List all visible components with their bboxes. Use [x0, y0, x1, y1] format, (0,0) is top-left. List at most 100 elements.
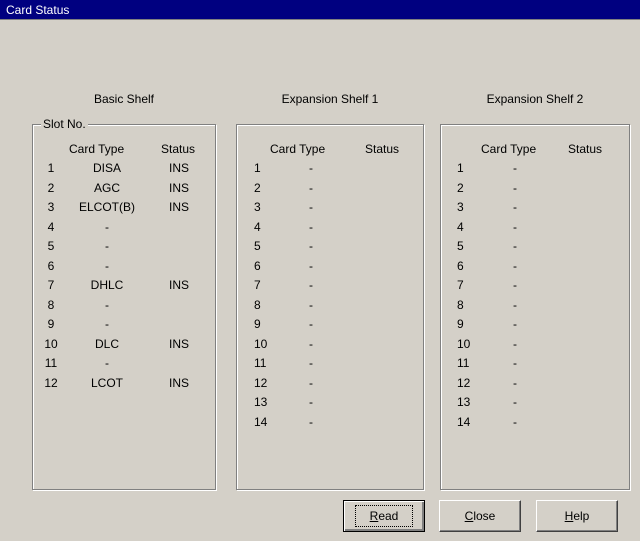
column-header-status: Status: [365, 142, 400, 156]
card-type-cell: -: [513, 336, 517, 351]
slot-number: 14: [254, 414, 268, 429]
slot-number: 3: [254, 200, 261, 214]
slot-number: 13: [457, 395, 471, 409]
expansion-shelf-2-group: Card Type Status 1-2-3-4-5-6-7-8-9-10-11…: [440, 124, 630, 490]
card-type-cell: -: [513, 297, 517, 312]
read-label-rest: ead: [378, 509, 399, 523]
slot-number: 3: [47, 200, 55, 214]
table-row: 10 DLC INS: [33, 334, 215, 354]
table-row: 2-: [441, 178, 629, 198]
table-row: 14 -: [441, 412, 629, 432]
table-row: 6-: [33, 256, 215, 276]
column-header-card-type: Card Type: [69, 142, 125, 156]
read-mnemonic: R: [369, 509, 379, 523]
table-row: 2-: [237, 178, 423, 198]
slot-number: 2: [457, 180, 464, 195]
help-label-rest: elp: [573, 509, 590, 523]
slot-number: 3: [457, 200, 464, 214]
slot-number: 1: [47, 161, 55, 175]
slot-number: 6: [254, 258, 261, 273]
card-type-cell: -: [309, 180, 313, 195]
card-type-cell: -: [105, 317, 109, 331]
slot-number: 2: [254, 180, 261, 195]
table-row: 11 -: [237, 353, 423, 373]
slot-number: 11: [44, 356, 58, 370]
table-row: 4-: [33, 217, 215, 237]
card-type-cell: -: [309, 219, 313, 234]
table-row: 9-: [33, 314, 215, 334]
card-type-cell: -: [513, 414, 517, 429]
column-header-status: Status: [161, 142, 196, 156]
slot-number: 4: [47, 219, 55, 234]
table-row: 10 -: [441, 334, 629, 354]
table-row: 4-: [237, 217, 423, 237]
window-title: Card Status: [6, 3, 70, 17]
slot-number: 8: [457, 297, 464, 312]
table-row: 13 -: [441, 392, 629, 412]
read-button-focus: Read: [354, 505, 414, 527]
card-type-cell: DLC: [94, 336, 119, 351]
card-type-cell: -: [513, 356, 517, 370]
slot-number: 1: [457, 161, 464, 175]
table-row: 12 -: [237, 373, 423, 393]
card-type-cell: -: [513, 161, 517, 175]
table-row: 8-: [441, 295, 629, 315]
table-row: 7-: [441, 275, 629, 295]
slot-number: 10: [457, 336, 471, 351]
table-row: 14 -: [237, 412, 423, 432]
table-row: 3 ELCOT(B) INS: [33, 197, 215, 217]
slot-number: 12: [44, 375, 58, 390]
status-cell: INS: [168, 375, 189, 390]
card-type-cell: -: [105, 258, 109, 273]
card-type-cell: -: [309, 200, 313, 214]
slot-number: 4: [457, 219, 464, 234]
expansion-shelf-1-title: Expansion Shelf 1: [281, 92, 379, 106]
table-row: 1 DISA INS: [33, 158, 215, 178]
table-row: 6-: [237, 256, 423, 276]
table-row: 6-: [441, 256, 629, 276]
slot-number: 9: [457, 317, 464, 331]
slot-number: 2: [47, 180, 55, 195]
status-cell: INS: [168, 336, 189, 351]
help-button[interactable]: Help: [536, 500, 618, 532]
card-type-cell: -: [513, 317, 517, 331]
card-type-cell: LCOT: [90, 375, 123, 390]
card-type-cell: -: [513, 278, 517, 292]
slot-number: 7: [254, 278, 261, 292]
table-row: 2 AGC INS: [33, 178, 215, 198]
basic-shelf-group: Slot No. Card Type Status 1 DISA INS 2 AGC IN…: [32, 117, 216, 490]
table-row: 8-: [33, 295, 215, 315]
card-type-cell: -: [309, 258, 313, 273]
card-type-cell: -: [513, 258, 517, 273]
column-header-card-type: Card Type: [270, 142, 326, 156]
status-cell: INS: [168, 200, 189, 214]
read-button[interactable]: Read: [343, 500, 425, 532]
slot-no-legend: Slot No.: [41, 117, 88, 131]
dialog-client-area: Basic Shelf Expansion Shelf 1 Expansion …: [0, 20, 640, 541]
slot-number: 12: [254, 375, 268, 390]
status-cell: INS: [168, 180, 189, 195]
card-type-cell: -: [309, 395, 313, 409]
table-row: 8-: [237, 295, 423, 315]
slot-number: 11: [457, 356, 470, 370]
close-button[interactable]: Close: [439, 500, 521, 532]
card-type-cell: AGC: [93, 180, 120, 195]
slot-number: 5: [254, 239, 261, 253]
card-type-cell: -: [105, 219, 109, 234]
slot-number: 14: [457, 414, 471, 429]
card-type-cell: -: [105, 239, 109, 253]
slot-number: 1: [254, 161, 261, 175]
table-row: 11 -: [33, 353, 215, 373]
card-type-cell: -: [309, 161, 313, 175]
status-cell: INS: [168, 161, 189, 175]
window-title-bar[interactable]: Card Status: [0, 0, 640, 20]
table-row: 9-: [441, 314, 629, 334]
table-row: 7-: [237, 275, 423, 295]
slot-number: 6: [47, 258, 55, 273]
slot-number: 5: [457, 239, 464, 253]
table-row: 12 -: [441, 373, 629, 393]
table-row: 5-: [237, 236, 423, 256]
card-type-cell: -: [309, 239, 313, 253]
table-row: 3-: [237, 197, 423, 217]
card-type-cell: -: [513, 200, 517, 214]
